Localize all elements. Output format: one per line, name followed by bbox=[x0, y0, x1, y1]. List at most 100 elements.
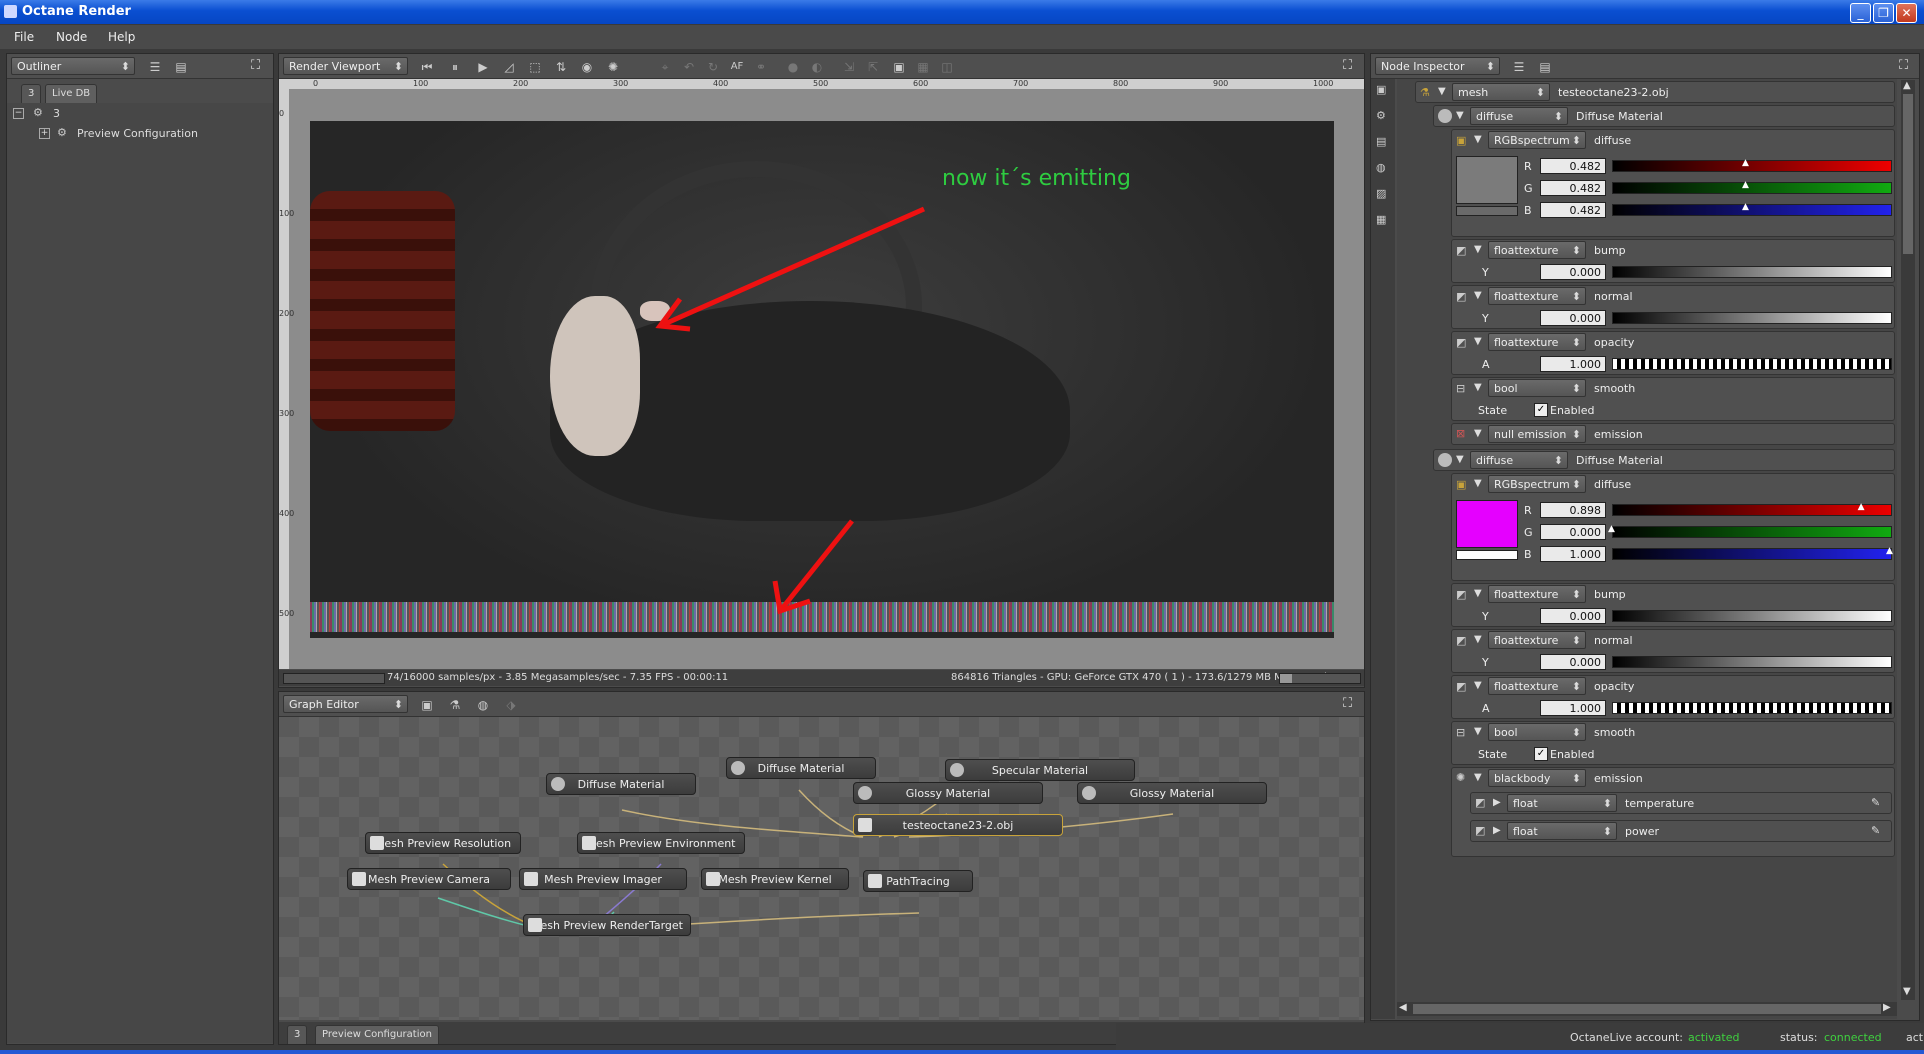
expand-triangle-icon[interactable]: ▶ bbox=[1493, 797, 1501, 808]
bump-value-field[interactable]: 0.000 bbox=[1540, 608, 1606, 624]
node-diffuse-material-1[interactable]: Diffuse Material bbox=[546, 773, 696, 795]
reset-icon[interactable]: ↻ bbox=[705, 59, 721, 75]
bump-slider[interactable] bbox=[1612, 266, 1892, 278]
frame-icon[interactable]: ▣ bbox=[891, 59, 907, 75]
tab-3[interactable]: 3 bbox=[21, 84, 42, 103]
expand-triangle-icon[interactable]: ▶ bbox=[1493, 825, 1501, 836]
rewind-icon[interactable]: ⏮ bbox=[419, 59, 435, 75]
b-value-field[interactable]: 0.482 bbox=[1540, 202, 1606, 218]
float-type-dropdown[interactable]: float bbox=[1507, 794, 1617, 813]
node-mesh-preview-resolution[interactable]: Mesh Preview Resolution bbox=[365, 832, 521, 854]
env-node-icon[interactable]: ◍ bbox=[475, 697, 491, 713]
expand-all-icon[interactable]: ▤ bbox=[173, 59, 189, 75]
slider-marker[interactable]: ▲ bbox=[1742, 180, 1749, 190]
b-value-field[interactable]: 1.000 bbox=[1540, 546, 1606, 562]
camera-icon[interactable]: ⚙ bbox=[1376, 109, 1386, 122]
collapse-triangle-icon[interactable]: ▼ bbox=[1474, 244, 1482, 255]
texture-type-dropdown[interactable]: floattexture bbox=[1488, 677, 1586, 696]
expand-icon[interactable]: + bbox=[39, 128, 50, 139]
collapse-triangle-icon[interactable]: ▼ bbox=[1474, 478, 1482, 489]
sphere-alt-icon[interactable]: ◐ bbox=[809, 59, 825, 75]
scroll-left-icon[interactable]: ◀ bbox=[1399, 1002, 1407, 1013]
split-icon[interactable]: ◫ bbox=[939, 59, 955, 75]
collapse-triangle-icon[interactable]: ▼ bbox=[1474, 588, 1482, 599]
collapse-triangle-icon[interactable]: ▼ bbox=[1474, 634, 1482, 645]
maximize-icon[interactable]: ⛶ bbox=[1899, 59, 1913, 73]
bool-type-dropdown[interactable]: bool bbox=[1488, 723, 1586, 742]
play-icon[interactable]: ▶ bbox=[475, 59, 491, 75]
link-icon[interactable]: ⚭ bbox=[753, 59, 769, 75]
mesh-type-dropdown[interactable]: mesh bbox=[1452, 83, 1550, 102]
scrollbar-thumb[interactable] bbox=[1903, 94, 1913, 254]
collapse-triangle-icon[interactable]: ▼ bbox=[1474, 772, 1482, 783]
g-slider[interactable]: ▲ bbox=[1608, 524, 1892, 538]
node-diffuse-material-2[interactable]: Diffuse Material bbox=[726, 757, 876, 779]
delete-node-icon[interactable]: ⬗ bbox=[503, 697, 519, 713]
normal-value-field[interactable]: 0.000 bbox=[1540, 654, 1606, 670]
kernel-icon[interactable]: ▦ bbox=[1376, 213, 1386, 226]
collapse-triangle-icon[interactable]: ▼ bbox=[1456, 110, 1464, 121]
resolution-icon[interactable]: ▣ bbox=[1376, 83, 1386, 96]
vertical-scrollbar[interactable]: ▲ ▼ bbox=[1901, 80, 1915, 1000]
bump-value-field[interactable]: 0.000 bbox=[1540, 264, 1606, 280]
opacity-slider[interactable] bbox=[1612, 702, 1892, 714]
normal-value-field[interactable]: 0.000 bbox=[1540, 310, 1606, 326]
grid-icon[interactable]: ▦ bbox=[915, 59, 931, 75]
export-icon[interactable]: ⇲ bbox=[841, 59, 857, 75]
af-icon[interactable]: AF bbox=[729, 59, 745, 75]
environment-icon[interactable]: ◍ bbox=[1376, 161, 1386, 174]
texture-type-dropdown[interactable]: RGBspectrum bbox=[1488, 131, 1586, 150]
collapse-triangle-icon[interactable]: ▼ bbox=[1438, 86, 1446, 97]
normal-slider[interactable] bbox=[1612, 312, 1892, 324]
viewport-area[interactable]: 0 100 200 300 400 500 600 700 800 900 10… bbox=[279, 79, 1364, 669]
horizontal-scrollbar[interactable]: ◀ ▶ bbox=[1397, 1002, 1897, 1016]
slider-marker[interactable]: ▲ bbox=[1858, 502, 1865, 512]
tab-3[interactable]: 3 bbox=[287, 1025, 308, 1044]
float-type-dropdown[interactable]: float bbox=[1507, 822, 1617, 841]
slider-marker[interactable]: ▲ bbox=[1742, 158, 1749, 168]
node-glossy-material-2[interactable]: Glossy Material bbox=[1077, 782, 1267, 804]
undo-icon[interactable]: ↶ bbox=[681, 59, 697, 75]
collapse-triangle-icon[interactable]: ▼ bbox=[1456, 454, 1464, 465]
close-button[interactable]: ✕ bbox=[1896, 3, 1917, 23]
collapse-triangle-icon[interactable]: ▼ bbox=[1474, 726, 1482, 737]
pause-icon[interactable]: ⏸ bbox=[447, 59, 463, 75]
graph-dropdown[interactable]: Graph Editor bbox=[283, 695, 408, 714]
scroll-down-icon[interactable]: ▼ bbox=[1903, 986, 1911, 997]
texture-type-dropdown[interactable]: RGBspectrum bbox=[1488, 475, 1586, 494]
node-glossy-material-1[interactable]: Glossy Material bbox=[853, 782, 1043, 804]
g-value-field[interactable]: 0.000 bbox=[1540, 524, 1606, 540]
texture-type-dropdown[interactable]: floattexture bbox=[1488, 631, 1586, 650]
collapse-triangle-icon[interactable]: ▼ bbox=[1474, 680, 1482, 691]
node-mesh-preview-camera[interactable]: Mesh Preview Camera bbox=[347, 868, 511, 890]
camera-pick-icon[interactable]: ⇅ bbox=[553, 59, 569, 75]
g-slider[interactable]: ▲ bbox=[1612, 180, 1892, 194]
emission-type-dropdown[interactable]: null emission bbox=[1488, 425, 1586, 444]
enabled-checkbox[interactable]: ✓ bbox=[1534, 747, 1548, 761]
collapse-triangle-icon[interactable]: ▼ bbox=[1474, 336, 1482, 347]
restore-button[interactable]: ❐ bbox=[1873, 3, 1894, 23]
g-value-field[interactable]: 0.482 bbox=[1540, 180, 1606, 196]
scroll-right-icon[interactable]: ▶ bbox=[1883, 1002, 1891, 1013]
collapse-all-icon[interactable]: ☰ bbox=[1511, 59, 1527, 75]
collapse-triangle-icon[interactable]: ▼ bbox=[1474, 290, 1482, 301]
edit-icon[interactable]: ✎ bbox=[1871, 796, 1880, 809]
minimize-button[interactable]: _ bbox=[1850, 3, 1871, 23]
graph-canvas[interactable]: Diffuse Material Diffuse Material Specul… bbox=[279, 717, 1364, 1020]
menu-node[interactable]: Node bbox=[56, 30, 87, 44]
collapse-all-icon[interactable]: ☰ bbox=[147, 59, 163, 75]
b-slider[interactable]: ▲ bbox=[1612, 202, 1892, 216]
add-node-icon[interactable]: ▣ bbox=[419, 697, 435, 713]
maximize-icon[interactable]: ⛶ bbox=[1343, 59, 1357, 73]
collapse-icon[interactable]: − bbox=[13, 108, 24, 119]
menu-file[interactable]: File bbox=[14, 30, 34, 44]
node-mesh-object[interactable]: testeoctane23-2.obj bbox=[853, 814, 1063, 836]
collapse-triangle-icon[interactable]: ▼ bbox=[1474, 134, 1482, 145]
color-swatch[interactable] bbox=[1456, 500, 1518, 548]
auto-focus-icon[interactable]: ⌖ bbox=[657, 59, 673, 75]
scroll-up-icon[interactable]: ▲ bbox=[1903, 80, 1911, 91]
collapse-triangle-icon[interactable]: ▼ bbox=[1474, 428, 1482, 439]
material-pick-icon[interactable]: ◉ bbox=[579, 59, 595, 75]
emission-type-dropdown[interactable]: blackbody bbox=[1488, 769, 1586, 788]
sphere-icon[interactable]: ● bbox=[785, 59, 801, 75]
